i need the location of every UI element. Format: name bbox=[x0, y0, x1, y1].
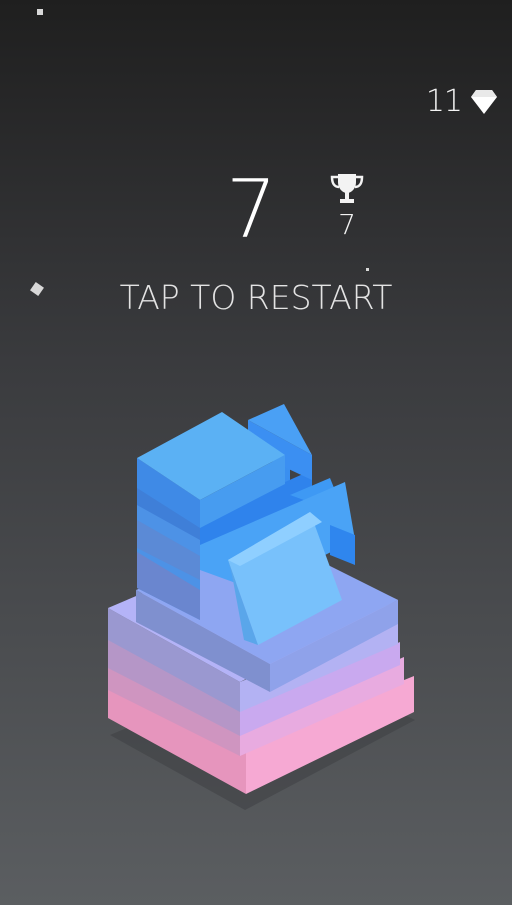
block-tower[interactable] bbox=[0, 0, 512, 905]
